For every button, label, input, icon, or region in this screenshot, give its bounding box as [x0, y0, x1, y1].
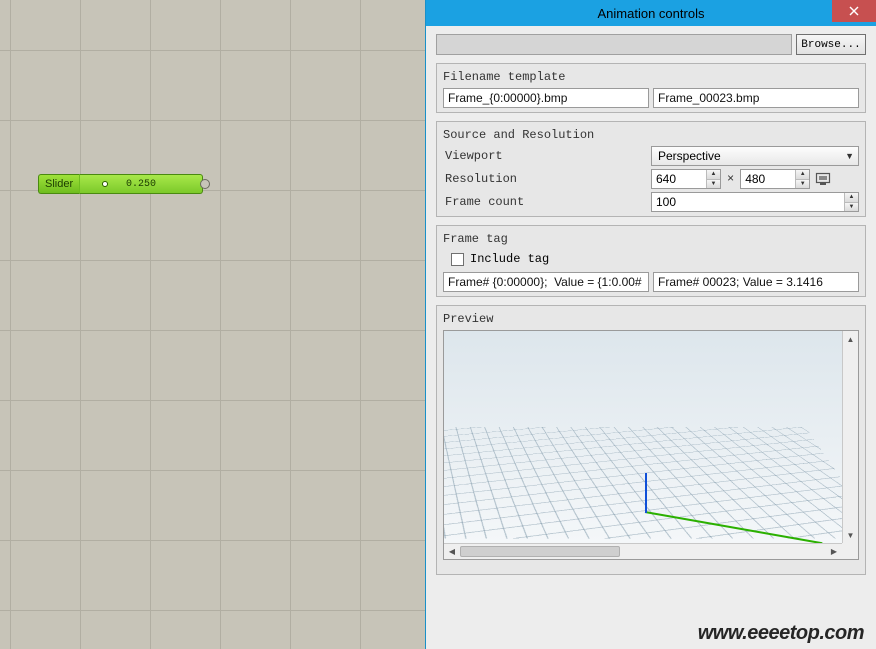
canvas-grid [0, 0, 425, 649]
resolution-height-value: 480 [745, 172, 765, 186]
spinner-up-icon[interactable]: ▲ [707, 170, 720, 180]
slider-node[interactable]: Slider 0.250 [38, 174, 203, 194]
resolution-height-stepper[interactable]: 480 ▲ ▼ [740, 169, 810, 189]
filename-resolved-display: Frame_00023.bmp [653, 88, 859, 108]
panel-title: Animation controls [598, 6, 705, 21]
match-viewport-button[interactable] [814, 170, 832, 188]
output-path-field[interactable] [436, 34, 792, 55]
chevron-down-icon: ▼ [845, 151, 854, 161]
tag-resolved-display: Frame# 00023; Value = 3.1416 [653, 272, 859, 292]
slider-value-text: 0.250 [126, 179, 156, 190]
spinner-buttons[interactable]: ▲ ▼ [706, 170, 720, 188]
panel-titlebar[interactable]: Animation controls [426, 0, 876, 26]
animation-controls-panel: Animation controls Browse... Filename te… [425, 0, 876, 649]
resolution-width-value: 640 [656, 172, 676, 186]
source-resolution-title: Source and Resolution [443, 128, 859, 142]
spinner-up-icon[interactable]: ▲ [796, 170, 809, 180]
preview-group: Preview ▲ ▼ ◀ ▶ [436, 305, 866, 575]
canvas-area[interactable]: Slider 0.250 [0, 0, 425, 649]
spinner-down-icon[interactable]: ▼ [707, 180, 720, 189]
include-tag-row[interactable]: Include tag [443, 250, 859, 272]
scroll-left-icon[interactable]: ◀ [444, 544, 460, 559]
spinner-buttons[interactable]: ▲ ▼ [795, 170, 809, 188]
scroll-down-icon[interactable]: ▼ [843, 527, 858, 543]
preview-x-axis-icon [645, 511, 823, 544]
frame-tag-group: Frame tag Include tag Frame# 00023; Valu… [436, 225, 866, 297]
scroll-thumb[interactable] [460, 546, 620, 557]
viewport-select[interactable]: Perspective ▼ [651, 146, 859, 166]
tag-template-input[interactable] [443, 272, 649, 292]
resolution-width-stepper[interactable]: 640 ▲ ▼ [651, 169, 721, 189]
include-tag-label: Include tag [470, 252, 549, 266]
preview-grid-icon [443, 331, 842, 543]
source-resolution-group: Source and Resolution Viewport Perspecti… [436, 121, 866, 217]
preview-title: Preview [443, 312, 859, 326]
close-button[interactable] [832, 0, 876, 22]
browse-button[interactable]: Browse... [796, 34, 866, 55]
filename-template-input[interactable] [443, 88, 649, 108]
slider-thumb-icon[interactable] [102, 181, 108, 187]
resolution-separator: × [725, 172, 736, 186]
resolution-label: Resolution [443, 172, 647, 186]
filename-template-title: Filename template [443, 70, 859, 84]
viewport-select-value: Perspective [658, 149, 721, 163]
framecount-label: Frame count [443, 195, 647, 209]
slider-node-label: Slider [38, 174, 79, 194]
spinner-buttons[interactable]: ▲ ▼ [844, 193, 858, 211]
preview-viewport[interactable]: ▲ ▼ ◀ ▶ [443, 330, 859, 560]
viewport-size-icon [815, 172, 831, 186]
watermark-text: www.eeeetop.com [698, 622, 864, 645]
close-icon [849, 6, 859, 16]
preview-horizontal-scrollbar[interactable]: ◀ ▶ [444, 543, 842, 559]
include-tag-checkbox[interactable] [451, 253, 464, 266]
browse-row: Browse... [436, 34, 866, 55]
preview-vertical-scrollbar[interactable]: ▲ ▼ [842, 331, 858, 543]
filename-template-group: Filename template Frame_00023.bmp [436, 63, 866, 113]
slider-track[interactable]: 0.250 [79, 174, 203, 194]
spinner-down-icon[interactable]: ▼ [796, 180, 809, 189]
framecount-value: 100 [656, 195, 676, 209]
viewport-label: Viewport [443, 149, 647, 163]
scroll-up-icon[interactable]: ▲ [843, 331, 858, 347]
scroll-right-icon[interactable]: ▶ [826, 544, 842, 559]
framecount-stepper[interactable]: 100 ▲ ▼ [651, 192, 859, 212]
spinner-down-icon[interactable]: ▼ [845, 203, 858, 212]
spinner-up-icon[interactable]: ▲ [845, 193, 858, 203]
frame-tag-title: Frame tag [443, 232, 859, 246]
preview-z-axis-icon [645, 473, 647, 513]
slider-output-port-icon[interactable] [200, 179, 210, 189]
scroll-corner [842, 543, 858, 559]
